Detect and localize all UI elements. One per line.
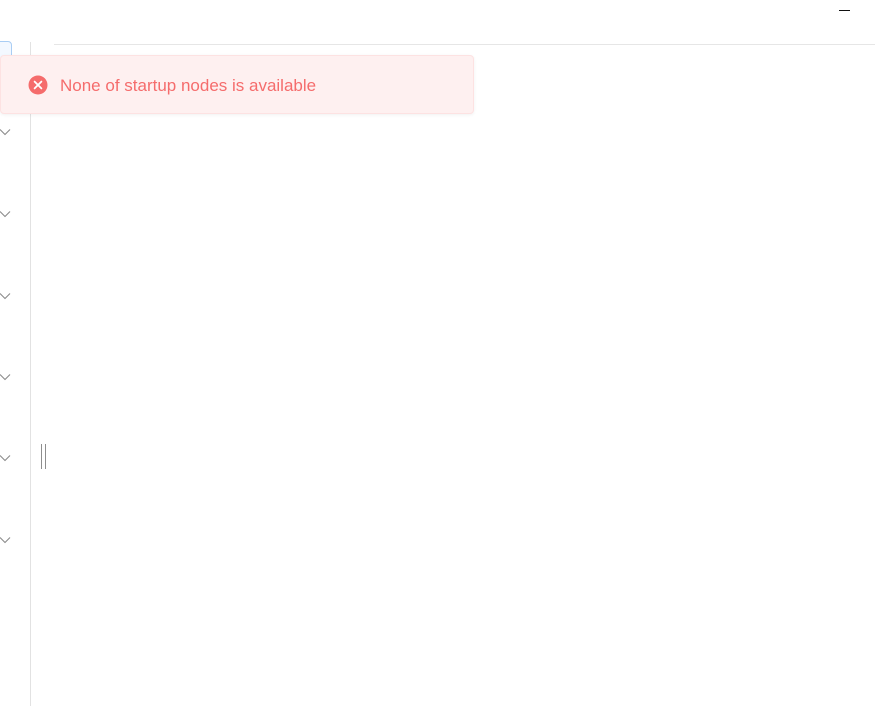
resize-handle-line xyxy=(45,444,46,469)
sidebar-group-toggle[interactable] xyxy=(0,536,11,546)
header-divider xyxy=(54,44,875,45)
sidebar-group-toggle[interactable] xyxy=(0,454,11,464)
chevron-down-icon xyxy=(0,293,11,300)
minimize-icon xyxy=(839,10,850,11)
sidebar-group-toggle[interactable] xyxy=(0,210,11,220)
circle-x-icon xyxy=(28,75,48,95)
sidebar-group-toggle[interactable] xyxy=(0,292,11,302)
error-message-toast: None of startup nodes is available xyxy=(0,55,474,114)
chevron-down-icon xyxy=(0,211,11,218)
chevron-down-icon xyxy=(0,129,11,136)
chevron-down-icon xyxy=(0,374,11,381)
sidebar-group-toggle[interactable] xyxy=(0,373,11,383)
chevron-down-icon xyxy=(0,455,11,462)
app-window: None of startup nodes is available xyxy=(0,0,875,706)
sidebar-group-toggle[interactable] xyxy=(0,128,11,138)
resize-handle-line xyxy=(41,444,42,469)
minimize-button[interactable] xyxy=(833,0,857,22)
sidebar-divider xyxy=(30,42,31,706)
error-message-text: None of startup nodes is available xyxy=(60,76,317,95)
window-controls xyxy=(815,0,875,24)
resize-handle[interactable] xyxy=(41,444,47,469)
chevron-down-icon xyxy=(0,537,11,544)
